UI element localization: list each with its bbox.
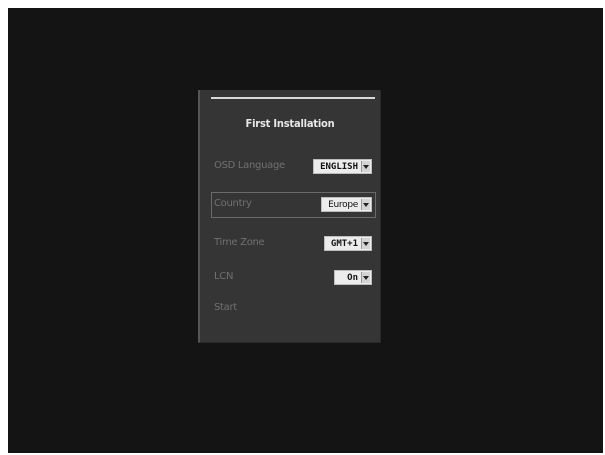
country-label: Country <box>214 198 252 209</box>
chevron-down-icon <box>361 199 370 210</box>
chevron-down-icon <box>361 161 370 172</box>
osd-language-row[interactable]: OSD Language ENGLISH <box>210 154 376 180</box>
osd-language-value: ENGLISH <box>320 161 358 172</box>
osd-language-label: OSD Language <box>214 160 285 171</box>
country-row[interactable]: Country Europe <box>211 192 376 218</box>
first-installation-dialog: First Installation OSD Language ENGLISH … <box>198 90 381 343</box>
time-zone-label: Time Zone <box>214 237 265 248</box>
lcn-label: LCN <box>214 271 234 282</box>
time-zone-row[interactable]: Time Zone GMT+1 <box>210 231 376 257</box>
time-zone-value: GMT+1 <box>330 238 358 249</box>
tv-screen: First Installation OSD Language ENGLISH … <box>8 8 603 453</box>
lcn-value: On <box>347 272 358 283</box>
chevron-down-icon <box>361 238 370 249</box>
chevron-down-icon <box>361 272 370 283</box>
time-zone-dropdown[interactable]: GMT+1 <box>323 236 372 251</box>
country-value: Europe <box>328 199 358 210</box>
dialog-title: First Installation <box>245 117 335 130</box>
start-button[interactable]: Start <box>214 302 237 313</box>
top-divider <box>211 97 375 99</box>
lcn-dropdown[interactable]: On <box>334 270 372 285</box>
lcn-row[interactable]: LCN On <box>210 265 376 291</box>
osd-language-dropdown[interactable]: ENGLISH <box>313 159 372 174</box>
country-dropdown[interactable]: Europe <box>321 197 372 212</box>
